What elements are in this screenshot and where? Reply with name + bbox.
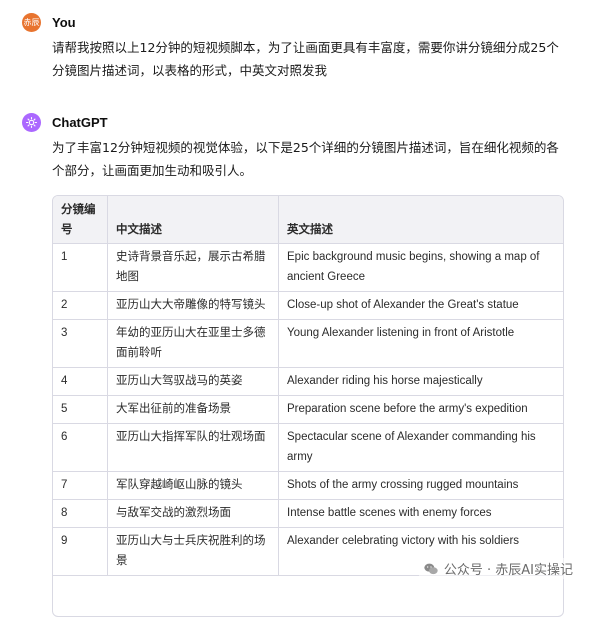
chatgpt-logo-icon	[22, 113, 41, 132]
english-description-cell: Alexander riding his horse majestically	[279, 368, 564, 396]
shot-number-cell: 1	[53, 244, 108, 292]
assistant-name: ChatGPT	[52, 115, 108, 130]
shot-number-cell: 8	[53, 500, 108, 528]
chinese-description-cell: 史诗背景音乐起，展示古希腊地图	[108, 244, 279, 292]
chinese-description-cell: 亚历山大大帝雕像的特写镜头	[108, 292, 279, 320]
assistant-intro-text: 为了丰富12分钟短视频的视觉体验，以下是25个详细的分镜图片描述词，旨在细化视频…	[52, 136, 571, 182]
shot-number-cell: 2	[53, 292, 108, 320]
header-shot-number: 分镜编号	[53, 196, 108, 244]
english-description-cell: Spectacular scene of Alexander commandin…	[279, 424, 564, 472]
storyboard-table: 分镜编号 中文描述 英文描述 1 史诗背景音乐起，展示古希腊地图 Epic ba…	[52, 195, 564, 617]
chinese-description-cell: 年幼的亚历山大在亚里士多德面前聆听	[108, 320, 279, 368]
wechat-icon	[423, 561, 439, 577]
header-chinese-description: 中文描述	[108, 196, 279, 244]
shot-number-cell: 4	[53, 368, 108, 396]
english-description-cell: Epic background music begins, showing a …	[279, 244, 564, 292]
english-description-cell: Intense battle scenes with enemy forces	[279, 500, 564, 528]
shot-number-cell: 7	[53, 472, 108, 500]
assistant-message-header: ChatGPT	[22, 112, 571, 132]
watermark: 公众号 · 赤辰AI实操记	[419, 558, 577, 579]
english-description-cell: Shots of the army crossing rugged mounta…	[279, 472, 564, 500]
table-header-row: 分镜编号 中文描述 英文描述	[53, 196, 563, 244]
chinese-description-cell: 与敌军交战的激烈场面	[108, 500, 279, 528]
user-message-text: 请帮我按照以上12分钟的短视频脚本，为了让画面更具有丰富度，需要你讲分镜细分成2…	[52, 36, 571, 82]
chinese-description-cell: 军队穿越崎岖山脉的镜头	[108, 472, 279, 500]
user-avatar: 赤辰	[22, 13, 41, 32]
shot-number-cell: 3	[53, 320, 108, 368]
table-row: 2 亚历山大大帝雕像的特写镜头 Close-up shot of Alexand…	[53, 292, 563, 320]
user-message-header: 赤辰 You	[22, 12, 571, 32]
chinese-description-cell: 亚历山大与士兵庆祝胜利的场景	[108, 528, 279, 576]
chinese-description-cell: 亚历山大驾驭战马的英姿	[108, 368, 279, 396]
user-message: 赤辰 You 请帮我按照以上12分钟的短视频脚本，为了让画面更具有丰富度，需要你…	[22, 12, 571, 82]
table-row: 4 亚历山大驾驭战马的英姿 Alexander riding his horse…	[53, 368, 563, 396]
table-row: 7 军队穿越崎岖山脉的镜头 Shots of the army crossing…	[53, 472, 563, 500]
watermark-text: 公众号 · 赤辰AI实操记	[444, 559, 573, 578]
user-name: You	[52, 15, 76, 30]
shot-number-cell: 6	[53, 424, 108, 472]
header-english-description: 英文描述	[279, 196, 564, 244]
english-description-cell: Close-up shot of Alexander the Great's s…	[279, 292, 564, 320]
chinese-description-cell: 大军出征前的准备场景	[108, 396, 279, 424]
table-row: 6 亚历山大指挥军队的壮观场面 Spectacular scene of Ale…	[53, 424, 563, 472]
table-row: 8 与敌军交战的激烈场面 Intense battle scenes with …	[53, 500, 563, 528]
chinese-description-cell: 亚历山大指挥军队的壮观场面	[108, 424, 279, 472]
table-row: 1 史诗背景音乐起，展示古希腊地图 Epic background music …	[53, 244, 563, 292]
shot-number-cell: 9	[53, 528, 108, 576]
table-row: 3 年幼的亚历山大在亚里士多德面前聆听 Young Alexander list…	[53, 320, 563, 368]
shot-number-cell: 5	[53, 396, 108, 424]
english-description-cell: Preparation scene before the army's expe…	[279, 396, 564, 424]
table-row: 5 大军出征前的准备场景 Preparation scene before th…	[53, 396, 563, 424]
english-description-cell: Young Alexander listening in front of Ar…	[279, 320, 564, 368]
assistant-message: ChatGPT 为了丰富12分钟短视频的视觉体验，以下是25个详细的分镜图片描述…	[22, 112, 571, 182]
